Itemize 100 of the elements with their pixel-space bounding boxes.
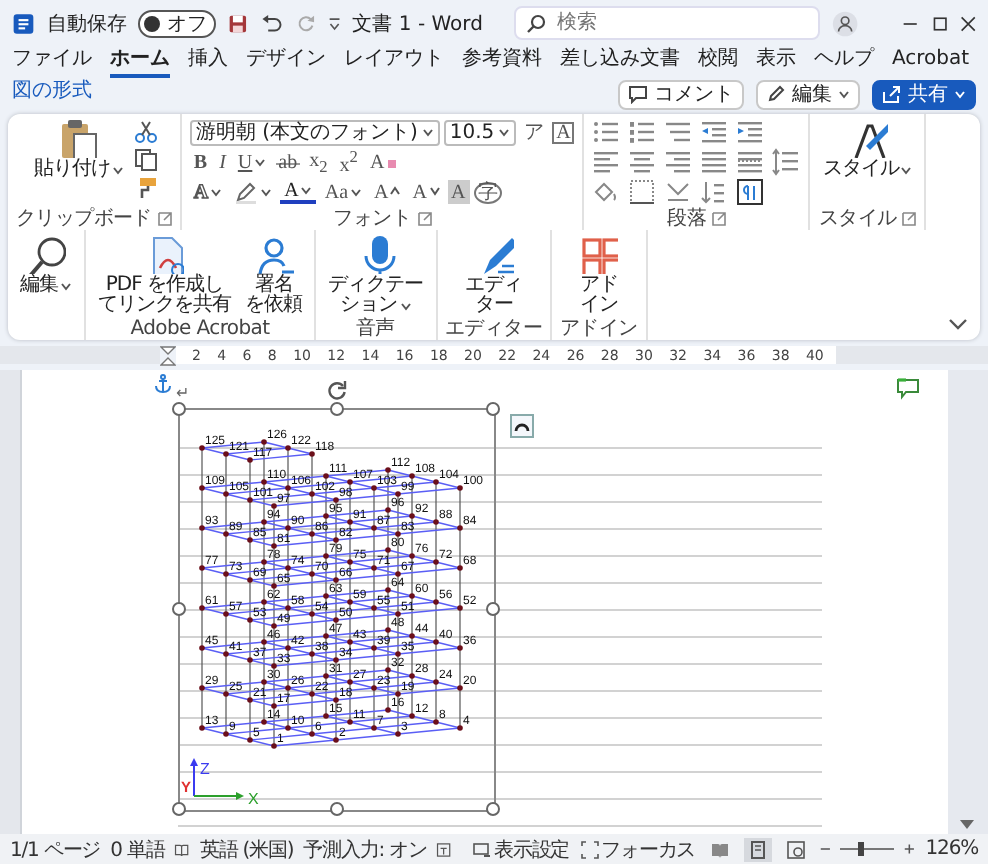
zoom-out-icon[interactable]	[819, 842, 830, 856]
display-icon	[472, 839, 493, 859]
increase-icon	[390, 186, 401, 198]
decrease-indent-icon[interactable]	[700, 118, 729, 146]
view-web-button[interactable]	[781, 837, 810, 861]
arch-icon	[514, 420, 530, 432]
share-icon	[882, 84, 902, 104]
text-prediction-status[interactable]: 予測入力: オン	[303, 835, 427, 863]
cut-icon[interactable]	[133, 120, 158, 144]
underline-button[interactable]: U	[233, 149, 271, 175]
menu-tab[interactable]: 表示	[756, 46, 796, 78]
comment-button[interactable]: コメント	[618, 79, 744, 109]
menu-tab[interactable]: レイアウト	[344, 46, 444, 78]
multilevel-list-icon[interactable]	[664, 118, 693, 146]
collapse-ribbon-icon[interactable]	[948, 316, 968, 332]
borders-icon[interactable]	[628, 178, 657, 206]
editor-button[interactable]: エディ ター	[461, 234, 526, 316]
rotate-handle[interactable]	[326, 380, 348, 402]
dialog-launcher-icon[interactable]	[902, 211, 917, 225]
align-left-icon[interactable]	[592, 148, 621, 176]
paste-button[interactable]: 貼り付け	[29, 118, 128, 180]
bold-button[interactable]: B	[189, 149, 212, 175]
close-icon[interactable]	[959, 13, 977, 33]
add-ins-button[interactable]: アド イン	[574, 234, 623, 316]
dictate-button[interactable]: ディクテー ション	[324, 234, 427, 316]
font-size-combo[interactable]: 10.5	[443, 119, 517, 145]
dialog-launcher-icon[interactable]	[157, 211, 172, 225]
layout-options-button[interactable]	[510, 414, 534, 438]
resize-handle[interactable]	[172, 602, 186, 616]
comment-icon[interactable]	[896, 378, 920, 400]
request-signature-button[interactable]: 署名 を依頼	[241, 234, 306, 316]
phonetic-guide-button[interactable]: ア	[520, 119, 549, 145]
align-center-icon[interactable]	[628, 148, 657, 176]
resize-handle[interactable]	[172, 802, 186, 816]
accessibility-icon[interactable]	[436, 839, 453, 859]
focus-mode-button[interactable]: フォーカス	[579, 835, 696, 863]
align-right-icon[interactable]	[664, 148, 693, 176]
zoom-thumb[interactable]	[857, 842, 864, 856]
paragraph-mark: ↵	[176, 384, 190, 402]
increase-indent-icon[interactable]	[736, 118, 765, 146]
undo-icon[interactable]	[260, 11, 284, 35]
editing-button[interactable]: 編集	[16, 234, 76, 296]
share-button[interactable]: 共有	[872, 79, 976, 109]
copy-icon[interactable]	[133, 148, 158, 172]
menu-tab[interactable]: 図の形式	[12, 78, 92, 110]
customize-caret-icon[interactable]	[327, 13, 341, 33]
save-icon[interactable]	[228, 11, 249, 35]
dialog-launcher-icon[interactable]	[417, 211, 432, 225]
editing-mode-button[interactable]: 編集	[756, 79, 860, 109]
language-status[interactable]: 英語 (米国)	[199, 835, 294, 863]
autosave-toggle[interactable]: オフ	[138, 9, 217, 37]
grow-font-button[interactable]: A	[370, 179, 405, 205]
search-field[interactable]: 検索	[514, 6, 821, 40]
proofing-book-icon[interactable]	[174, 839, 190, 859]
zoom-level[interactable]: 126%	[925, 838, 978, 860]
dialog-launcher-icon[interactable]	[712, 211, 727, 225]
clear-formatting-button[interactable]: A	[365, 149, 403, 175]
menu-tab[interactable]: 挿入	[188, 46, 228, 78]
display-settings-button[interactable]: 表示設定	[472, 835, 570, 863]
menu-tab[interactable]: ファイル	[12, 46, 92, 78]
menu-tab[interactable]: 校閲	[698, 46, 738, 78]
bullet-list-icon[interactable]	[592, 118, 621, 146]
change-case-button[interactable]: Aa	[320, 179, 367, 205]
character-border-button[interactable]: A	[552, 121, 575, 143]
subscript-button[interactable]: x$_{2}$	[305, 149, 332, 175]
menu-tab[interactable]: ヘルプ	[814, 46, 874, 78]
resize-handle[interactable]	[486, 602, 500, 616]
resize-handle[interactable]	[329, 402, 343, 416]
add-ins-grid-icon	[578, 234, 619, 274]
menu-tab[interactable]: 参考資料	[462, 46, 542, 78]
web-layout-icon	[785, 839, 806, 859]
resize-handle[interactable]	[486, 402, 500, 416]
resize-handle[interactable]	[486, 802, 500, 816]
font-color-button[interactable]: A	[280, 181, 317, 203]
superscript-button[interactable]: x$^{2}$	[335, 149, 362, 175]
axis-label: X	[248, 790, 259, 808]
text-effects-button[interactable]: A	[189, 179, 227, 205]
create-pdf-button[interactable]: PDF を作成し てリンクを共有	[94, 234, 235, 316]
maximize-icon[interactable]	[931, 13, 948, 33]
formatting-marks-icon[interactable]	[736, 178, 765, 206]
font-name-combo[interactable]: 游明朝 (本文のフォント)	[189, 119, 440, 145]
enclosed-character-button[interactable]: 字	[473, 181, 502, 203]
scroll-down-icon[interactable]	[960, 820, 974, 830]
avatar-icon[interactable]	[832, 7, 860, 39]
highlight-button[interactable]	[230, 179, 277, 205]
styles-button[interactable]: スタイル	[818, 118, 917, 180]
view-print-button[interactable]	[743, 837, 772, 861]
numbered-list-icon[interactable]	[628, 118, 657, 146]
resize-handle[interactable]	[329, 802, 343, 816]
shrink-font-button[interactable]: A	[408, 179, 444, 205]
zoom-in-icon[interactable]	[904, 842, 916, 856]
character-shading-button[interactable]: A	[447, 180, 470, 204]
shading-icon[interactable]	[592, 178, 621, 206]
menu-tab[interactable]: デザイン	[246, 46, 326, 78]
italic-button[interactable]: I	[215, 149, 230, 175]
menu-tab[interactable]: Acrobat	[892, 46, 970, 78]
asian-layout-icon[interactable]	[664, 178, 693, 206]
menu-tab[interactable]: 差し込み文書	[560, 46, 680, 78]
resize-handle[interactable]	[172, 402, 186, 416]
menu-tab[interactable]: ホーム	[110, 46, 170, 78]
